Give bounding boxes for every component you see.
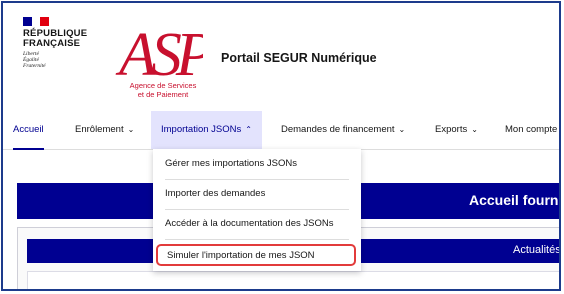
nav-item-label: Importation JSONs (161, 124, 242, 135)
french-flag-icon (23, 17, 50, 26)
banner-title: Accueil fourn (469, 192, 559, 208)
asp-subtitle-line1: Agence de Services (129, 81, 197, 90)
chevron-down-icon: ⌄ (127, 125, 135, 134)
nav-item-label: Enrôlement (75, 124, 124, 135)
menu-item-documentation-jsons[interactable]: Accéder à la documentation des JSONs (165, 209, 349, 240)
nav-item-accueil[interactable]: Accueil (13, 111, 44, 150)
republique-francaise-logo[interactable]: RÉPUBLIQUE FRANÇAISE Liberté Égalité Fra… (23, 17, 87, 69)
asp-logo-mark: ASP (115, 21, 203, 81)
menu-item-importer-demandes[interactable]: Importer des demandes (165, 179, 349, 210)
nav-item-label: Exports (435, 124, 468, 135)
menu-item-gerer-importations[interactable]: Gérer mes importations JSONs (165, 149, 349, 180)
main-nav: Accueil Enrôlement ⌄ Importation JSONs ⌃ D… (3, 111, 559, 150)
portal-title: Portail SEGUR Numérique (221, 51, 377, 65)
nav-item-enrolement[interactable]: Enrôlement ⌄ (75, 111, 134, 149)
nav-item-label: Demandes de financement (281, 124, 395, 135)
rf-motto: Liberté Égalité Fraternité (23, 51, 87, 69)
nav-item-exports[interactable]: Exports ⌄ (435, 111, 478, 149)
nav-item-mon-compte[interactable]: Mon compte (505, 111, 557, 149)
rf-name-line2: FRANÇAISE (23, 38, 81, 49)
chevron-down-icon: ⌄ (398, 125, 406, 134)
chevron-down-icon: ⌄ (471, 125, 478, 134)
asp-logo-text: ASP (115, 21, 203, 81)
menu-item-simuler-importation[interactable]: Simuler l'importation de mes JSON (156, 244, 356, 266)
motto-fraternite: Fraternité (23, 63, 46, 69)
chevron-up-icon: ⌃ (245, 125, 252, 134)
news-content (27, 271, 559, 289)
asp-subtitle: Agence de Services et de Paiement (123, 81, 203, 99)
browser-frame: RÉPUBLIQUE FRANÇAISE Liberté Égalité Fra… (1, 1, 561, 291)
asp-logo[interactable]: ASP Agence de Services et de Paiement (115, 11, 203, 103)
importation-dropdown-menu: Gérer mes importations JSONs Importer de… (153, 149, 361, 271)
nav-item-demandes-financement[interactable]: Demandes de financement ⌄ (281, 111, 405, 149)
nav-item-importation-jsons[interactable]: Importation JSONs ⌃ (151, 111, 262, 149)
asp-subtitle-line2: et de Paiement (137, 90, 189, 99)
nav-item-label: Accueil (13, 124, 44, 135)
news-title: Actualités (513, 244, 561, 256)
nav-item-label: Mon compte (505, 124, 558, 135)
